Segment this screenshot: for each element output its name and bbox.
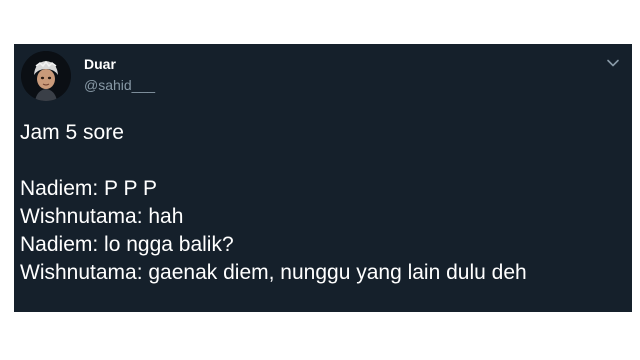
tweet-menu-button[interactable]: [606, 56, 620, 70]
display-name[interactable]: Duar: [84, 56, 116, 72]
avatar-character-icon: [21, 51, 71, 101]
avatar[interactable]: [21, 51, 71, 101]
tweet-line: Wishnutama: gaenak diem, nunggu yang lai…: [20, 261, 527, 284]
chevron-down-icon: [607, 59, 619, 67]
tweet-line: Nadiem: P P P: [20, 177, 157, 200]
tweet-text: Jam 5 sore Nadiem: P P P Wishnutama: hah…: [20, 119, 624, 287]
tweet-card: Duar @sahid___ Jam 5 sore Nadiem: P P P …: [14, 44, 632, 312]
user-handle[interactable]: @sahid___: [84, 77, 155, 93]
tweet-line: Nadiem: lo ngga balik?: [20, 233, 234, 256]
tweet-line: Wishnutama: hah: [20, 205, 184, 228]
tweet-line: Jam 5 sore: [20, 121, 124, 144]
